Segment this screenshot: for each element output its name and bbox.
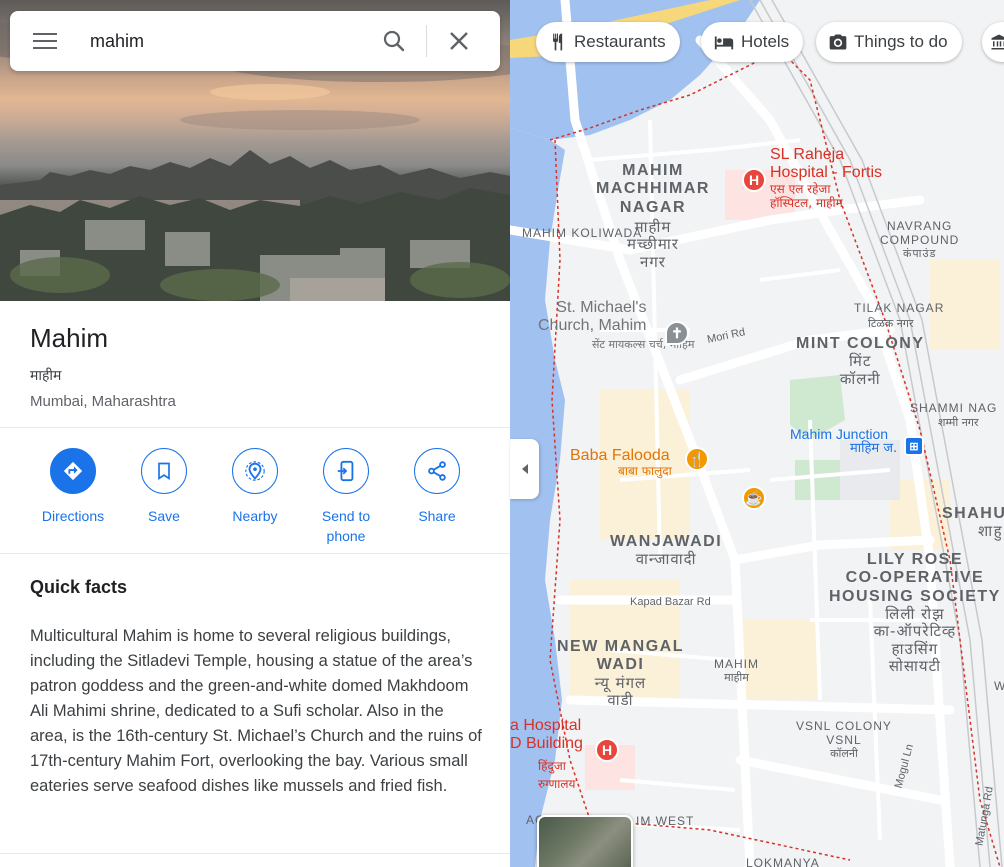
share-button[interactable]: Share: [392, 448, 482, 526]
nearby-label: Nearby: [232, 508, 278, 524]
action-buttons-row: Directions Save Nearby Send to phone Sha…: [0, 428, 510, 554]
train-station-icon[interactable]: ⊞: [904, 436, 924, 456]
chip-label: Restaurants: [574, 32, 666, 51]
save-label: Save: [148, 508, 180, 524]
directions-circle: [50, 448, 96, 494]
chip-things-to-do[interactable]: Things to do: [816, 22, 962, 62]
send-to-phone-button[interactable]: Send to phone: [301, 448, 391, 546]
send-to-phone-label: Send to phone: [321, 508, 371, 544]
chip-label: Hotels: [741, 32, 790, 51]
map-base: [510, 0, 1004, 867]
directions-icon: [63, 461, 83, 481]
label-kapad-bazar: Kapad Bazar Rd: [630, 596, 711, 608]
label-shammi-local: शम्मी नगर: [938, 416, 979, 429]
save-button[interactable]: Save: [119, 448, 209, 526]
label-vsnl-local: कॉलनी: [830, 746, 858, 760]
label-mahim-west: IM WEST: [636, 814, 695, 828]
label-new-mangal: NEW MANGAL WADI: [557, 638, 684, 674]
label-st-michaels[interactable]: St. Michael's Church, Mahim: [538, 299, 646, 336]
quick-facts-heading: Quick facts: [30, 577, 128, 597]
chevron-left-icon: [521, 464, 528, 474]
label-hospital-local: हिंदुजा रुग्णालय: [538, 759, 576, 791]
cafe-pin-icon[interactable]: ☕: [742, 486, 766, 510]
label-wanjawadi: WANJAWADI: [610, 533, 723, 550]
save-circle: [141, 448, 187, 494]
search-button[interactable]: [370, 17, 418, 65]
layers-toggle-thumbnail[interactable]: [537, 815, 633, 867]
place-side-panel: Mahim माहीम Mumbai, Maharashtra Directio…: [0, 0, 510, 867]
share-icon: [428, 461, 446, 481]
restaurant-icon: [553, 33, 563, 51]
label-w-edge: W: [994, 679, 1004, 693]
chip-restaurants[interactable]: Restaurants: [536, 22, 680, 62]
label-lily-rose: LILY ROSE CO-OPERATIVE HOUSING SOCIETY: [829, 551, 1001, 605]
label-tilak-nagar-local: टिळक नगर: [868, 317, 914, 330]
museum-icon: [991, 34, 1004, 50]
chip-hotels[interactable]: Hotels: [701, 22, 804, 62]
label-navrang-local: कंपाउंड: [902, 246, 937, 260]
bookmark-icon: [158, 462, 170, 481]
label-mahim-junction[interactable]: Mahim Junction: [790, 426, 897, 442]
hamburger-menu-icon: [33, 33, 57, 49]
church-pin-icon[interactable]: ✝: [665, 321, 689, 345]
label-baba-falooda[interactable]: Baba Falooda: [570, 447, 672, 465]
nearby-button[interactable]: Nearby: [210, 448, 300, 526]
search-icon: [383, 30, 405, 52]
clear-search-button[interactable]: [435, 17, 483, 65]
search-box: [10, 11, 500, 71]
label-mint-colony-local: मिंट कॉलनी: [839, 352, 881, 388]
label-shahu: SHAHU: [942, 505, 1004, 522]
collapse-panel-button[interactable]: [510, 439, 539, 499]
map-canvas[interactable]: Restaurants Hotels Things to do MAHIM MA…: [510, 0, 1004, 867]
label-mint-colony: MINT COLONY: [796, 335, 925, 352]
send-to-phone-circle: [323, 448, 369, 494]
label-wanjawadi-local: वान्जावादी: [635, 550, 697, 569]
label-lokmanya: LOKMANYA: [746, 856, 820, 867]
label-mahim-small-local: माहीम: [724, 670, 749, 684]
close-icon: [450, 32, 468, 50]
label-lily-rose-local: लिली रोझ का-ऑपरेटिव्ह हाउसिंग सोसायटी: [873, 605, 957, 675]
hotel-icon: [714, 36, 734, 50]
label-baba-falooda-local: बाबा फालुदा: [618, 464, 672, 479]
share-circle: [414, 448, 460, 494]
menu-button[interactable]: [10, 11, 80, 71]
label-mahim-small: MAHIM: [714, 657, 759, 671]
label-new-mangal-local: न्यू मंगल वाडी: [594, 673, 647, 710]
label-shahu-local: शाहु: [978, 522, 1004, 541]
nearby-circle: [232, 448, 278, 494]
share-label: Share: [418, 508, 456, 524]
label-sl-raheja-local: एस एल रहेजा हॉस्पिटल, माहीम: [770, 181, 843, 210]
place-local-name: माहीम: [30, 368, 62, 384]
label-mahim-machhimar: MAHIM MACHHIMAR NAGAR: [596, 162, 710, 216]
directions-button[interactable]: Directions: [28, 448, 118, 526]
place-title: Mahim: [30, 323, 109, 353]
send-to-phone-icon: [337, 460, 354, 482]
quick-facts-text: Multicultural Mahim is home to several r…: [30, 627, 482, 795]
place-header: Mahim माहीम Mumbai, Maharashtra: [0, 301, 510, 428]
restaurant-pin-icon[interactable]: 🍴: [685, 447, 709, 471]
label-mahim-koliwada: MAHIM KOLIWADA: [522, 226, 643, 240]
label-hospital[interactable]: a Hospital D Building: [510, 717, 583, 754]
camera-icon: [829, 34, 847, 50]
chip-label: Things to do: [854, 32, 948, 51]
hospital-pin-icon[interactable]: H: [742, 168, 766, 192]
directions-label: Directions: [41, 508, 105, 524]
quick-facts-section: Quick facts Multicultural Mahim is home …: [0, 554, 510, 799]
label-sl-raheja[interactable]: SL Raheja Hospital - Fortis: [770, 146, 882, 183]
search-input[interactable]: [80, 21, 370, 61]
nearby-icon: [245, 461, 265, 481]
label-mahim-junction-local: माहिम ज.: [850, 441, 898, 457]
hospital-pin-icon-2[interactable]: H: [595, 738, 619, 762]
label-shammi: SHAMMI NAG: [910, 401, 998, 415]
label-navrang: NAVRANG COMPOUND: [880, 219, 960, 247]
label-vsnl: VSNL COLONY VSNL: [796, 719, 892, 747]
place-region: Mumbai, Maharashtra: [30, 393, 176, 410]
label-tilak-nagar: TILAK NAGAR: [854, 301, 945, 315]
section-divider: [0, 853, 510, 854]
search-divider: [426, 25, 427, 57]
